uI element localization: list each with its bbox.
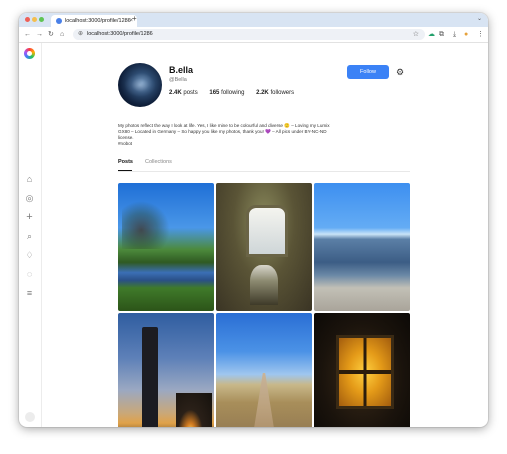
post-thumbnail[interactable] [216, 313, 312, 427]
bio-line: GX80 – Located in Germany – So happy you… [118, 129, 327, 134]
tab-favicon-icon [56, 18, 62, 24]
followers-stat[interactable]: 2.2K followers [256, 90, 294, 96]
browser-tab[interactable]: localhost:3000/profile/1286 × [51, 15, 137, 27]
home-nav-icon[interactable]: ⌂ [24, 174, 35, 185]
reload-icon[interactable]: ↻ [48, 29, 54, 40]
user-avatar[interactable] [25, 412, 35, 422]
profile-bio: My photos reflect the way I look at life… [118, 123, 333, 147]
create-nav-icon[interactable]: + [24, 212, 35, 223]
profile-handle: @Bella [169, 77, 187, 83]
address-bar[interactable]: ⊕ localhost:3000/profile/1286 ☆ [73, 29, 425, 40]
browser-toolbar: ← → ↻ ⌂ ⊕ localhost:3000/profile/1286 ☆ … [19, 27, 488, 43]
new-tab-button[interactable]: + [132, 14, 137, 23]
post-thumbnail[interactable] [118, 313, 214, 427]
profile-avatar [118, 63, 162, 107]
notifications-nav-icon[interactable]: ♢ [24, 250, 35, 261]
profile-stats: 2.4K posts 165 following 2.2K followers [169, 90, 304, 96]
active-tab-indicator [118, 170, 132, 171]
followers-label: followers [270, 90, 295, 96]
minimize-window-button[interactable] [32, 17, 37, 22]
posts-label: posts [183, 90, 198, 96]
extensions-icon[interactable]: ⧉ [439, 30, 444, 39]
back-icon[interactable]: ← [24, 29, 31, 40]
bio-hashtag[interactable]: #nobot [118, 141, 333, 147]
posts-stat[interactable]: 2.4K posts [169, 90, 198, 96]
profile-avatar-icon[interactable]: ● [464, 30, 468, 39]
profile-name: B.ella [169, 65, 194, 75]
post-thumbnail[interactable] [314, 313, 410, 427]
site-info-icon[interactable]: ⊕ [78, 29, 83, 40]
following-label: following [221, 90, 245, 96]
follow-button[interactable]: Follow [347, 65, 389, 79]
tab-collections[interactable]: Collections [145, 159, 172, 165]
app-logo-icon[interactable] [24, 48, 35, 59]
home-icon[interactable]: ⌂ [60, 29, 64, 40]
post-thumbnail[interactable] [216, 183, 312, 311]
extension-cloud-icon[interactable]: ☁ [428, 30, 435, 39]
app-sidebar: ⌂ ◎ + ⌕ ♢ ◌ ≡ [19, 43, 42, 427]
maximize-window-button[interactable] [39, 17, 44, 22]
menu-nav-icon[interactable]: ≡ [24, 288, 35, 299]
tab-posts[interactable]: Posts [118, 159, 133, 165]
url-text[interactable]: localhost:3000/profile/1286 [87, 29, 153, 40]
following-stat[interactable]: 165 following [209, 90, 244, 96]
explore-nav-icon[interactable]: ◎ [24, 193, 35, 204]
downloads-icon[interactable]: ⤓ [453, 30, 456, 39]
posts-count: 2.4K [169, 90, 182, 96]
search-nav-icon[interactable]: ⌕ [24, 231, 35, 242]
tab-strip: localhost:3000/profile/1286 × + ⌄ [19, 13, 488, 27]
profile-tabs: Posts Collections [118, 155, 410, 172]
tab-title: localhost:3000/profile/1286 [65, 18, 131, 24]
bookmark-star-icon[interactable]: ☆ [413, 29, 419, 40]
following-count: 165 [209, 90, 220, 96]
messages-nav-icon[interactable]: ◌ [24, 269, 35, 280]
gear-icon[interactable]: ⚙ [395, 67, 405, 77]
post-thumbnail[interactable] [314, 183, 410, 311]
tab-search-icon[interactable]: ⌄ [477, 15, 482, 22]
close-window-button[interactable] [25, 17, 30, 22]
browser-window: localhost:3000/profile/1286 × + ⌄ ← → ↻ … [19, 13, 488, 427]
forward-icon[interactable]: → [36, 29, 43, 40]
followers-count: 2.2K [256, 90, 269, 96]
post-thumbnail[interactable] [118, 183, 214, 311]
browser-menu-icon[interactable]: ⋮ [477, 30, 484, 39]
profile-content: B.ella @Bella 2.4K posts 165 following 2… [41, 43, 488, 427]
